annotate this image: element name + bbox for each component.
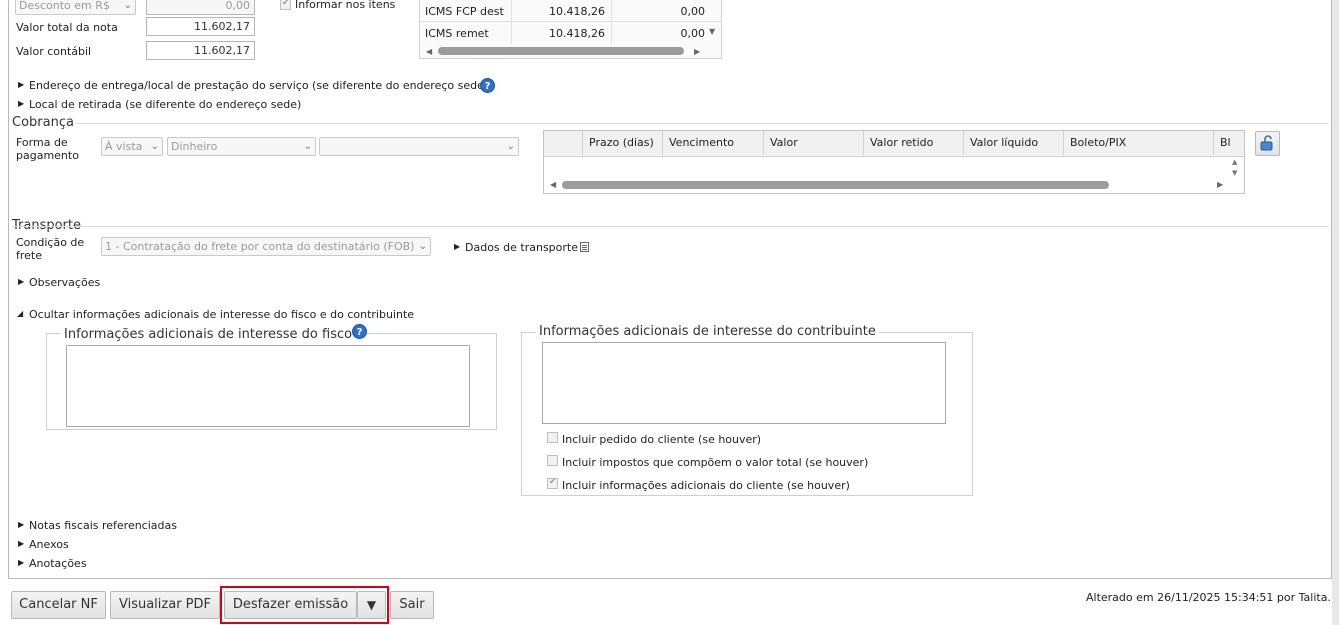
scroll-down-icon[interactable]: ▼ (1232, 169, 1237, 177)
accounting-label: Valor contábil (16, 45, 92, 58)
column-header[interactable]: Valor retido (863, 131, 963, 155)
accounting-value-input[interactable]: 11.602,17 (146, 41, 255, 60)
additional-info-toggle[interactable]: Ocultar informações adicionais de intere… (29, 308, 414, 321)
scroll-right-icon[interactable]: ▶ (1217, 180, 1223, 189)
attachments-toggle[interactable]: Anexos (29, 538, 69, 551)
freight-label: frete (16, 249, 43, 262)
right-gutter (1332, 0, 1339, 625)
document-icon[interactable] (580, 242, 589, 252)
horizontal-scrollbar[interactable] (438, 47, 684, 55)
icms-row-name: ICMS remet (425, 27, 489, 40)
frame-bottom-border (8, 578, 1332, 579)
pickup-location-toggle[interactable]: Local de retirada (se diferente do ender… (29, 98, 301, 111)
cancel-invoice-button[interactable]: Cancelar NF (11, 591, 106, 619)
column-header[interactable]: Valor (763, 131, 863, 155)
payment-extra-select[interactable]: ⌄ (319, 137, 519, 156)
total-value-input[interactable]: 11.602,17 (146, 17, 255, 36)
include-client-info-checkbox[interactable] (547, 477, 558, 489)
discount-value-input[interactable]: 0,00 (146, 0, 255, 15)
freight-condition-select[interactable]: 1 - Contratação do frete por conta do de… (101, 237, 431, 256)
column-header[interactable]: Prazo (dias) (582, 131, 662, 155)
cobranca-title: Cobrança (12, 115, 74, 130)
contribuinte-textarea[interactable] (542, 342, 946, 424)
preview-pdf-button[interactable]: Visualizar PDF (110, 591, 220, 619)
icms-row-base: 10.418,26 (549, 27, 605, 40)
undo-options-dropdown-button[interactable]: ▼ (357, 591, 386, 619)
include-order-checkbox[interactable] (547, 432, 558, 443)
unlock-button[interactable] (1255, 131, 1280, 156)
installments-grid: Prazo (dias) Vencimento Valor Valor reti… (543, 130, 1245, 194)
icms-row-base: 10.418,26 (549, 5, 605, 18)
expand-triangle-icon[interactable]: ▶ (18, 520, 24, 529)
expand-triangle-icon[interactable]: ▶ (18, 277, 24, 286)
column-header[interactable]: Valor líquido (963, 131, 1063, 155)
include-taxes-label: Incluir impostos que compõem o valor tot… (562, 456, 869, 469)
help-icon[interactable]: ? (480, 78, 495, 93)
expand-triangle-icon[interactable]: ▶ (18, 80, 24, 89)
chevron-down-icon: ⌄ (150, 141, 159, 152)
chevron-down-icon: ⌄ (418, 241, 427, 252)
discount-type-select[interactable]: Desconto em R$ ⌄ (15, 0, 136, 15)
observations-toggle[interactable]: Observações (29, 276, 100, 289)
column-header[interactable]: Bl (1213, 131, 1233, 155)
payment-label: Forma de (16, 136, 68, 149)
scroll-up-icon[interactable]: ▲ (1232, 158, 1237, 166)
section-divider (76, 123, 1329, 124)
scroll-right-icon[interactable]: ▶ (694, 47, 700, 56)
include-taxes-checkbox[interactable] (547, 455, 558, 466)
transport-data-toggle[interactable]: Dados de transporte (465, 241, 578, 254)
chevron-down-icon: ⌄ (303, 141, 312, 152)
expand-triangle-icon[interactable]: ▶ (454, 242, 460, 251)
icms-row-value: 0,00 (680, 27, 706, 40)
scroll-down-icon[interactable]: ▼ (709, 27, 715, 36)
scroll-left-icon[interactable]: ◀ (426, 47, 432, 56)
delivery-address-toggle[interactable]: Endereço de entrega/local de prestação d… (29, 79, 488, 92)
icms-row-value: 0,00 (680, 5, 706, 18)
icms-row-name: ICMS FCP dest (425, 5, 504, 18)
scroll-left-icon[interactable]: ◀ (550, 180, 556, 189)
undo-emission-button[interactable]: Desfazer emissão (224, 591, 357, 619)
payment-label: pagamento (16, 149, 79, 162)
column-header[interactable]: Vencimento (662, 131, 763, 155)
unlock-icon (1260, 135, 1273, 151)
expand-triangle-icon[interactable]: ▶ (18, 539, 24, 548)
help-icon[interactable]: ? (352, 324, 367, 339)
fisco-title: Informações adicionais de interesse do f… (61, 327, 356, 342)
payment-type-select[interactable]: À vista ⌄ (101, 137, 163, 156)
exit-button[interactable]: Sair (390, 591, 434, 619)
frame-left-border (8, 0, 9, 578)
include-client-info-label: Incluir informações adicionais do client… (562, 479, 850, 492)
fisco-textarea[interactable] (66, 345, 470, 427)
icms-table: ICMS FCP dest 10.418,26 0,00 ICMS remet … (419, 0, 722, 59)
column-header[interactable]: Boleto/PIX (1063, 131, 1213, 155)
horizontal-scrollbar[interactable] (562, 181, 1109, 189)
collapse-triangle-icon[interactable]: ◢ (17, 309, 23, 318)
expand-triangle-icon[interactable]: ▶ (18, 99, 24, 108)
section-divider (12, 226, 1329, 227)
expand-triangle-icon[interactable]: ▶ (18, 558, 24, 567)
frame-right-border (1331, 0, 1332, 578)
last-modified-text: Alterado em 26/11/2025 15:34:51 por Tali… (1086, 591, 1331, 604)
referenced-invoices-toggle[interactable]: Notas fiscais referenciadas (29, 519, 177, 532)
payment-method-select[interactable]: Dinheiro ⌄ (167, 137, 316, 156)
total-label: Valor total da nota (16, 21, 118, 34)
chevron-down-icon: ⌄ (506, 141, 515, 152)
freight-label: Condição de (16, 236, 85, 249)
inform-items-checkbox[interactable] (280, 0, 291, 10)
inform-items-label: Informar nos itens (295, 0, 396, 11)
annotations-toggle[interactable]: Anotações (29, 557, 87, 570)
contribuinte-title: Informações adicionais de interesse do c… (536, 324, 879, 339)
chevron-down-icon: ⌄ (123, 0, 132, 11)
include-order-label: Incluir pedido do cliente (se houver) (562, 433, 762, 446)
